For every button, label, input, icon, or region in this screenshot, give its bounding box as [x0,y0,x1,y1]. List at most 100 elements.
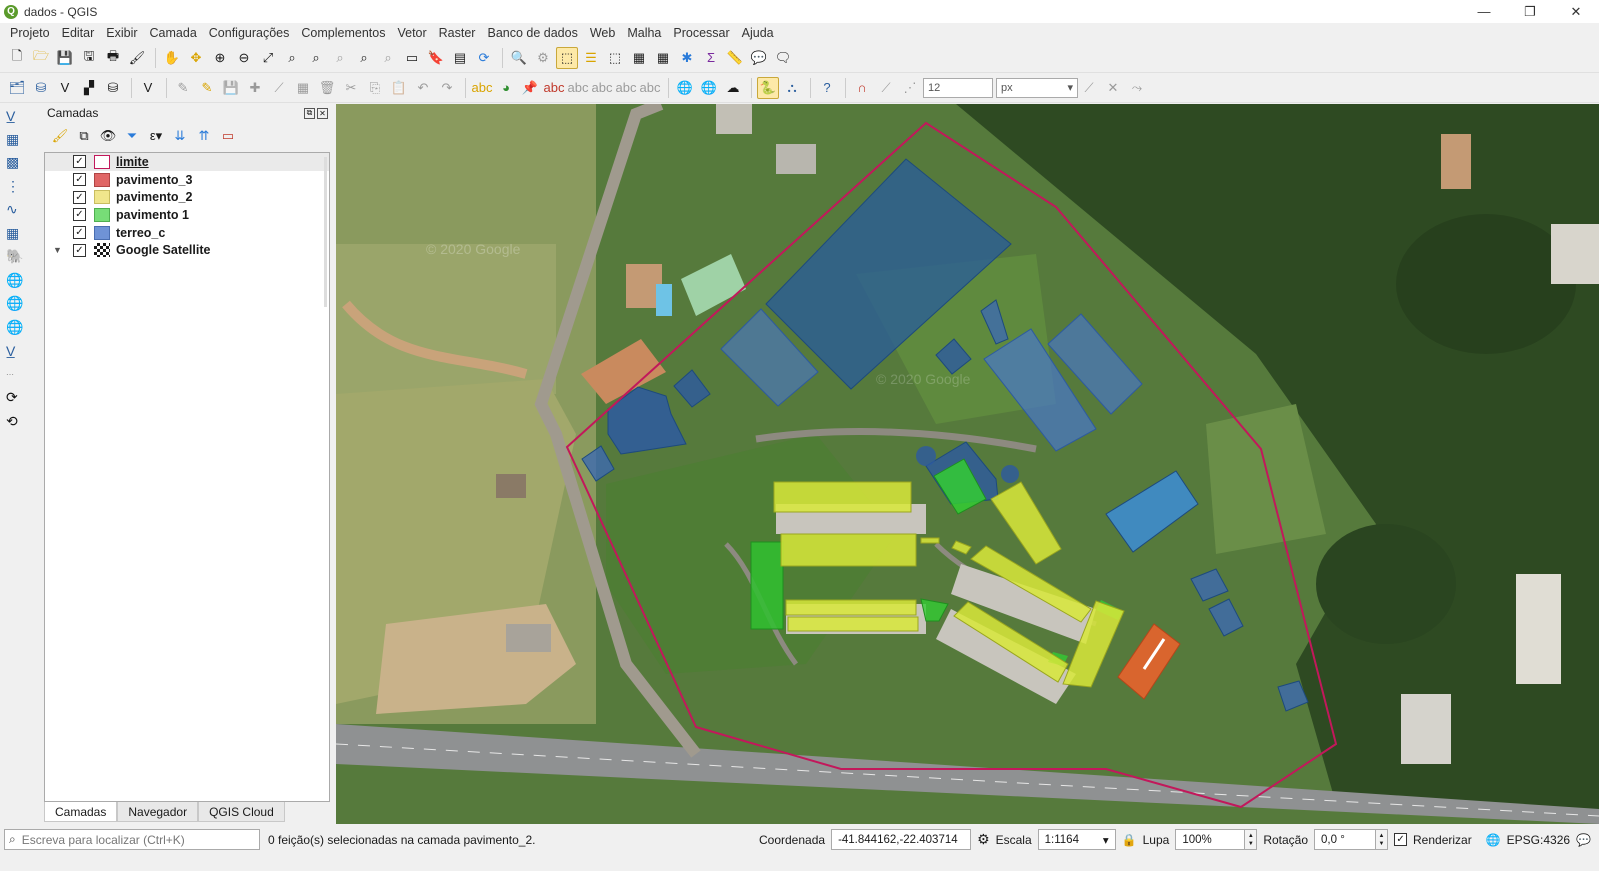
refresh-icon[interactable]: ⟳ [473,47,495,69]
add-group-icon[interactable]: ⧉ [74,126,94,146]
messages-icon[interactable]: 💬 [1576,833,1591,847]
render-checkbox[interactable]: ✓ [1394,833,1408,846]
help-icon[interactable]: ? [816,77,838,99]
pavimento2-polygon[interactable] [785,599,917,616]
topology-icon[interactable]: ⟋ [1078,77,1100,99]
save-project-icon[interactable]: 💾 [54,47,76,69]
float-panel-icon[interactable]: ⧉ [304,107,315,119]
menu-camada[interactable]: Camada [144,26,203,40]
add-layer-icon[interactable]: ⛁ [30,77,52,99]
rotate-ccw-icon[interactable]: ⟲ [0,410,42,434]
rotate-cw-icon[interactable]: ⟳ [0,386,42,410]
layer-row-limite[interactable]: ✓ limite [45,153,329,171]
pin-labels-icon[interactable]: 📌 [519,77,541,99]
measure-icon[interactable]: 📏 [724,47,746,69]
pavimento2-polygon[interactable] [773,481,912,513]
show-bookmarks-icon[interactable]: ▤ [449,47,471,69]
menu-ajuda[interactable]: Ajuda [736,26,780,40]
spin-arrows-icon[interactable]: ▲ ▼ [1376,829,1389,850]
identify-icon[interactable]: 🔍 [508,47,530,69]
add-vector-icon[interactable]: V [54,77,76,99]
layer-checkbox[interactable]: ✓ [73,155,86,169]
bookmark-new-icon[interactable]: 🔖 [425,47,447,69]
open-project-icon[interactable]: 🗁 [30,47,52,69]
layer-checkbox[interactable]: ✓ [73,190,86,204]
rotate-label-icon[interactable]: abc [591,77,613,99]
style-panel-icon[interactable]: 🖌 [50,126,70,146]
crs-extents-icon[interactable]: ⚙ [977,831,990,848]
pavimento2-polygon[interactable] [920,537,940,544]
close-panel-icon[interactable]: ✕ [317,107,328,119]
copy-icon[interactable]: ⎘ [364,77,386,99]
zoom-next-icon[interactable]: ⌕ [377,47,399,69]
undo-icon[interactable]: ↶ [412,77,434,99]
lock-icon[interactable]: 🔒 [1122,833,1137,847]
add-postgis-icon[interactable]: 🐘 [0,245,42,269]
diagram-icon[interactable]: ◕ [495,77,517,99]
maximize-button[interactable]: ❐ [1507,0,1553,23]
rotation-spinbox[interactable]: 0,0 ° ▲ ▼ [1314,829,1389,850]
zoom-out-icon[interactable]: ⊖ [233,47,255,69]
snap-to-layer-icon[interactable]: ⟋ [875,77,897,99]
add-gps-layer-icon[interactable]: ∿ [0,198,42,222]
menu-processar[interactable]: Processar [667,26,735,40]
move-label-icon[interactable]: abc [567,77,589,99]
intersection-icon[interactable]: ✕ [1102,77,1124,99]
new-map-view-icon[interactable]: ▭ [401,47,423,69]
magnifier-spinbox[interactable]: 100% ▲ ▼ [1175,829,1258,850]
terreo-polygon[interactable] [1001,465,1019,483]
pan-to-selection-icon[interactable]: ✥ [185,47,207,69]
add-wfs-icon[interactable]: 🌐 [0,316,42,340]
snap-vertex-icon[interactable]: ⋰ [899,77,921,99]
menu-banco-de-dados[interactable]: Banco de dados [481,26,583,40]
add-wcs-icon[interactable]: 🌐 [0,292,42,316]
zoom-selection-icon[interactable]: ⌕ [281,47,303,69]
terreo-polygon[interactable] [916,446,936,466]
pavimento2-polygon[interactable] [787,616,919,632]
field-calculator-icon[interactable]: ▦ [652,47,674,69]
cloud-icon[interactable]: ☁ [722,77,744,99]
locator-bar[interactable]: ⌕ Escreva para localizar (Ctrl+K) [4,829,260,850]
zoom-native-icon[interactable]: ⌕ [329,47,351,69]
collapse-all-icon[interactable]: ⇈ [194,126,214,146]
trace-icon[interactable]: ⤳ [1126,77,1148,99]
edits-icon[interactable]: ✎ [172,77,194,99]
add-feature-icon[interactable]: ✚ [244,77,266,99]
save-edits-icon[interactable]: 💾 [220,77,242,99]
remove-layer-icon[interactable]: ▭ [218,126,238,146]
python-console-icon[interactable]: 🐍 [757,76,779,99]
snap-unit-select[interactable]: px ▾ [996,77,1078,98]
layer-row-pavimento-2[interactable]: ✓ pavimento_2 [45,188,329,206]
spin-arrows-icon[interactable]: ▲ ▼ [1245,829,1258,850]
layer-checkbox[interactable]: ✓ [73,173,86,187]
layer-row-pavimento-1[interactable]: ✓ pavimento 1 [45,206,329,224]
layer-checkbox[interactable]: ✓ [73,208,86,222]
menu-configuracoes[interactable]: Configurações [203,26,296,40]
vertex-tool-icon[interactable]: ⟋ [268,77,290,99]
manage-themes-icon[interactable]: 👁 [98,126,118,146]
tab-navegador[interactable]: Navegador [117,802,199,822]
new-layer-icon[interactable]: V [137,77,159,99]
coordinate-field[interactable]: -41.844162,-22.403714 [831,829,972,850]
crs-button[interactable]: EPSG:4326 [1507,833,1570,847]
minimize-button[interactable]: — [1461,0,1507,23]
model-builder-icon[interactable]: ⛬ [781,77,803,99]
open-table-icon[interactable]: ▦ [628,47,650,69]
tab-qgis-cloud[interactable]: QGIS Cloud [198,802,285,822]
zoom-last-icon[interactable]: ⌕ [353,47,375,69]
tab-camadas[interactable]: Camadas [44,802,118,822]
layer-checkbox[interactable]: ✓ [73,226,86,240]
toggle-editing-icon[interactable]: ✎ [196,77,218,99]
metasearch-icon[interactable]: 🌐 [674,77,696,99]
layer-row-pavimento-3[interactable]: ✓ pavimento_3 [45,171,329,189]
modify-attributes-icon[interactable]: ▦ [292,77,314,99]
scale-combo[interactable]: 1:1164 ▾ [1037,829,1116,850]
zoom-layer-icon[interactable]: ⌕ [305,47,327,69]
close-button[interactable]: ✕ [1553,0,1599,23]
label-properties-icon[interactable]: abc [639,77,661,99]
cut-icon[interactable]: ✂ [340,77,362,99]
add-delimited-text-icon[interactable]: ⋮ [0,175,42,199]
menu-complementos[interactable]: Complementos [295,26,391,40]
zoom-in-icon[interactable]: ⊕ [209,47,231,69]
snap-tolerance-input[interactable]: 12 [923,77,993,98]
